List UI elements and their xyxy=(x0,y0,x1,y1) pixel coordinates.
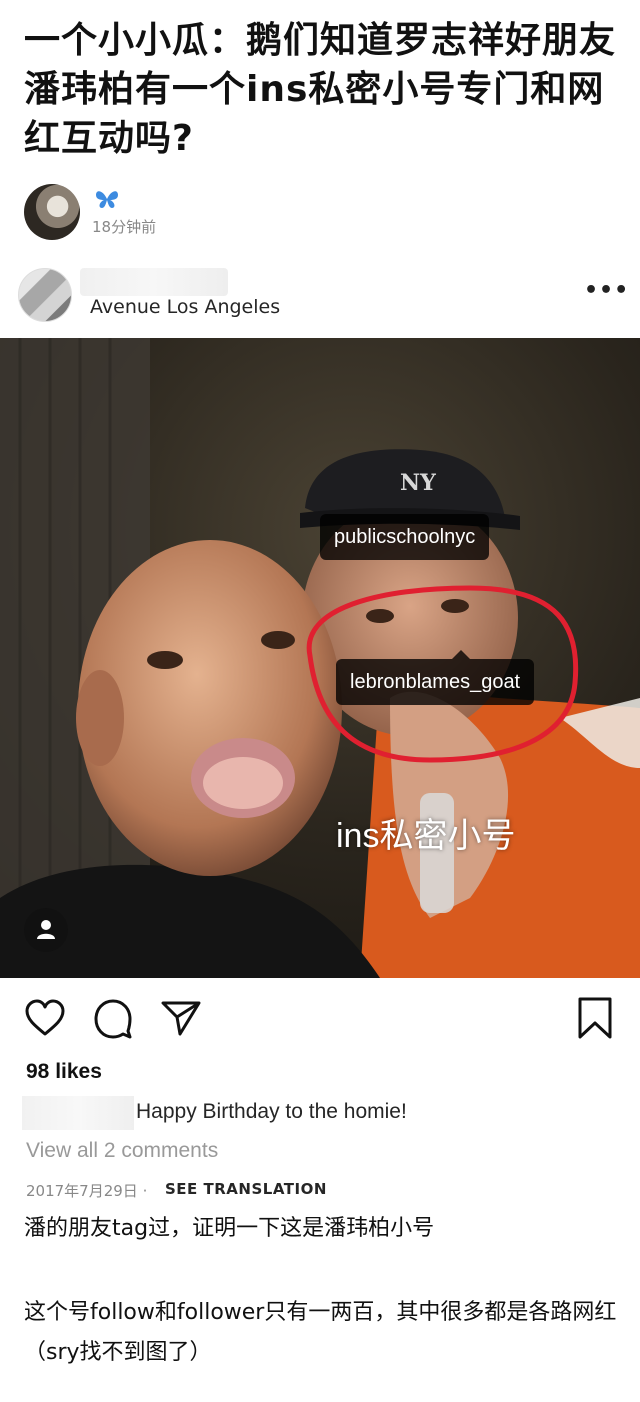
tag-lebronblames-goat[interactable]: lebronblames_goat xyxy=(336,659,535,705)
bookmark-icon[interactable] xyxy=(576,996,614,1040)
see-translation-link[interactable]: SEE TRANSLATION xyxy=(165,1180,327,1198)
photo-annotation: ins私密小号 xyxy=(336,817,516,855)
butterfly-icon xyxy=(96,191,118,208)
article-paragraph: 这个号follow和follower只有一两百，其中很多都是各路网红（sry找不… xyxy=(24,1300,617,1365)
comment-icon[interactable] xyxy=(92,998,134,1040)
tag-publicschoolnyc[interactable]: publicschoolnyc xyxy=(320,514,490,560)
svg-text:NY: NY xyxy=(400,470,436,496)
blurred-username xyxy=(80,268,228,296)
blurred-caption-username xyxy=(22,1096,134,1130)
share-icon[interactable] xyxy=(160,998,202,1038)
post-caption: Happy Birthday to the homie! xyxy=(136,1100,407,1123)
photo-scene: NY xyxy=(0,338,640,978)
author-avatar[interactable] xyxy=(24,184,80,240)
article-paragraph: 潘的朋友tag过，证明一下这是潘玮柏小号 xyxy=(24,1216,435,1241)
post-photo: NY publicschoolnyc lebronblames_goat ins… xyxy=(0,338,640,978)
user-tag-icon[interactable] xyxy=(24,908,68,952)
heart-icon[interactable] xyxy=(24,998,66,1038)
tag-arrow xyxy=(452,650,470,659)
article-title: 一个小小瓜：鹅们知道罗志祥好朋友潘玮柏有一个ins私密小号专门和网红互动吗? xyxy=(24,20,617,159)
view-comments-link[interactable]: View all 2 comments xyxy=(26,1139,218,1163)
post-date: 2017年7月29日 · xyxy=(26,1182,148,1200)
more-options-icon[interactable]: ••• xyxy=(584,278,629,303)
ig-avatar[interactable] xyxy=(18,268,72,322)
ig-location[interactable]: Avenue Los Angeles xyxy=(90,296,280,318)
post-time: 18分钟前 xyxy=(92,218,157,236)
likes-count[interactable]: 98 likes xyxy=(26,1060,102,1084)
